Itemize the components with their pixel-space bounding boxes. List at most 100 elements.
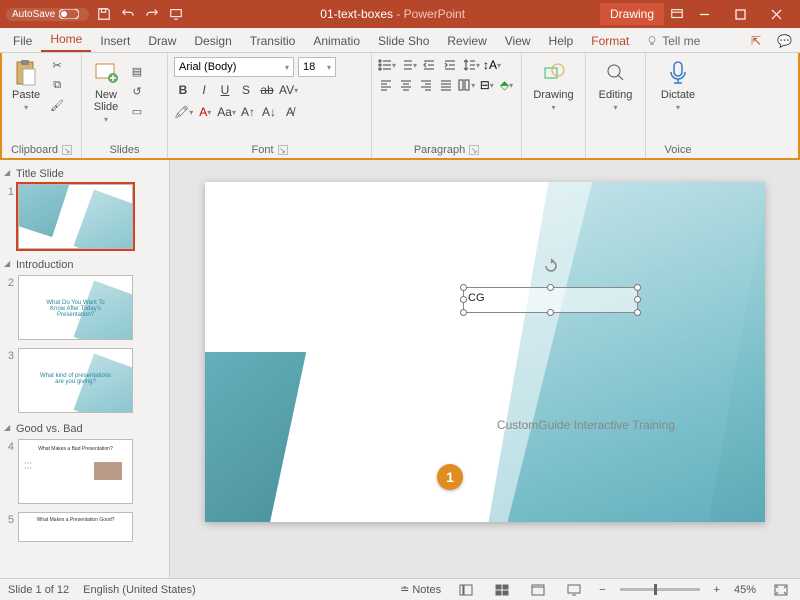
clipboard-dialog-launcher[interactable]: ↘: [62, 145, 72, 155]
slide-sorter-icon[interactable]: [491, 582, 513, 598]
tab-insert[interactable]: Insert: [91, 30, 139, 52]
slide-thumb-4[interactable]: What Makes a Bad Presentation?• • •• • •: [18, 439, 133, 504]
slide-subtitle: CustomGuide Interactive Training: [497, 418, 675, 432]
slide-counter[interactable]: Slide 1 of 12: [8, 584, 69, 596]
numbering-button[interactable]: ▾: [399, 57, 417, 73]
font-size-combo[interactable]: 18▾: [298, 57, 336, 77]
decrease-font-button[interactable]: A↓: [260, 103, 278, 121]
bullets-button[interactable]: ▾: [378, 57, 396, 73]
highlight-button[interactable]: 🖍▾: [174, 103, 193, 121]
bold-button[interactable]: B: [174, 81, 192, 99]
redo-icon[interactable]: [143, 5, 161, 23]
resize-handle[interactable]: [460, 296, 467, 303]
section-good-vs-bad[interactable]: Good vs. Bad: [4, 421, 165, 439]
tab-format[interactable]: Format: [582, 30, 638, 52]
align-text-button[interactable]: ⊟▾: [478, 77, 495, 93]
share-icon[interactable]: ⇱: [743, 30, 769, 52]
zoom-slider[interactable]: [620, 588, 700, 591]
zoom-level[interactable]: 45%: [734, 584, 756, 596]
slideshow-view-icon[interactable]: [563, 582, 585, 598]
slide-thumb-5[interactable]: What Makes a Presentation Good?: [18, 512, 133, 542]
change-case-button[interactable]: Aa▾: [217, 103, 236, 121]
tab-file[interactable]: File: [4, 30, 41, 52]
tell-me-search[interactable]: Tell me: [638, 30, 708, 52]
strikethrough-button[interactable]: ab: [258, 81, 276, 99]
save-icon[interactable]: [95, 5, 113, 23]
dictate-label: Dictate: [661, 89, 695, 101]
character-spacing-button[interactable]: AV▾: [279, 81, 298, 99]
tab-draw[interactable]: Draw: [139, 30, 185, 52]
tab-help[interactable]: Help: [540, 30, 583, 52]
comments-icon[interactable]: 💬: [769, 30, 800, 52]
resize-handle[interactable]: [634, 284, 641, 291]
smartart-button[interactable]: ⬘▾: [498, 77, 515, 93]
line-spacing-button[interactable]: ▾: [462, 57, 480, 73]
editing-button[interactable]: Editing▾: [592, 57, 639, 114]
align-center-button[interactable]: [398, 77, 415, 93]
layout-icon[interactable]: ▤: [128, 64, 146, 80]
slide-thumb-2[interactable]: What Do You Want To Know After Today's P…: [18, 275, 133, 340]
cut-icon[interactable]: ✂: [48, 58, 66, 74]
tab-transitions[interactable]: Transitio: [241, 30, 305, 52]
reset-icon[interactable]: ↺: [128, 84, 146, 100]
slide-canvas[interactable]: CustomGuide Interactive Training CG 1: [205, 182, 765, 522]
justify-button[interactable]: [437, 77, 454, 93]
font-dialog-launcher[interactable]: ↘: [278, 145, 288, 155]
tab-home[interactable]: Home: [41, 28, 91, 52]
text-box-content[interactable]: CG: [468, 292, 485, 304]
slide-thumb-3[interactable]: What kind of presentations are you givin…: [18, 348, 133, 413]
rotate-handle-icon[interactable]: [543, 258, 559, 274]
copy-icon[interactable]: ⧉: [48, 78, 66, 94]
reading-view-icon[interactable]: [527, 582, 549, 598]
indent-increase-button[interactable]: [441, 57, 459, 73]
increase-font-button[interactable]: A↑: [239, 103, 257, 121]
columns-button[interactable]: ▾: [457, 77, 475, 93]
font-name-combo[interactable]: Arial (Body)▾: [174, 57, 294, 77]
dictate-button[interactable]: Dictate▾: [652, 57, 704, 114]
underline-button[interactable]: U: [216, 81, 234, 99]
zoom-in-button[interactable]: +: [714, 584, 720, 596]
undo-icon[interactable]: [119, 5, 137, 23]
selected-text-box[interactable]: CG: [463, 287, 638, 313]
ribbon-display-icon[interactable]: [668, 5, 686, 23]
fit-to-window-icon[interactable]: [770, 582, 792, 598]
paragraph-dialog-launcher[interactable]: ↘: [469, 145, 479, 155]
section-icon[interactable]: ▭: [128, 104, 146, 120]
tab-slideshow[interactable]: Slide Sho: [369, 30, 438, 52]
maximize-button[interactable]: [722, 0, 758, 28]
normal-view-icon[interactable]: [455, 582, 477, 598]
text-direction-button[interactable]: ↕A▾: [483, 57, 501, 73]
drawing-button[interactable]: Drawing▾: [528, 57, 579, 114]
start-from-beginning-icon[interactable]: [167, 5, 185, 23]
clear-formatting-button[interactable]: A̸: [281, 103, 299, 121]
minimize-button[interactable]: [686, 0, 722, 28]
autosave-toggle[interactable]: AutoSave: [6, 8, 89, 21]
align-left-button[interactable]: [378, 77, 395, 93]
align-right-button[interactable]: [418, 77, 435, 93]
resize-handle[interactable]: [634, 296, 641, 303]
tab-view[interactable]: View: [496, 30, 540, 52]
resize-handle[interactable]: [547, 309, 554, 316]
resize-handle[interactable]: [460, 309, 467, 316]
resize-handle[interactable]: [547, 284, 554, 291]
section-introduction[interactable]: Introduction: [4, 257, 165, 275]
tab-design[interactable]: Design: [185, 30, 240, 52]
tab-review[interactable]: Review: [438, 30, 495, 52]
new-slide-button[interactable]: New Slide ▾: [88, 57, 124, 126]
resize-handle[interactable]: [460, 284, 467, 291]
tab-animations[interactable]: Animatio: [304, 30, 369, 52]
shadow-button[interactable]: S: [237, 81, 255, 99]
font-color-button[interactable]: A▾: [196, 103, 214, 121]
slide-thumb-1[interactable]: [18, 184, 133, 249]
format-painter-icon[interactable]: 🖌: [48, 98, 66, 114]
slide-editor[interactable]: 2 CustomGuide Interactive Training CG 1: [170, 160, 800, 578]
indent-decrease-button[interactable]: [420, 57, 438, 73]
zoom-out-button[interactable]: −: [599, 584, 605, 596]
resize-handle[interactable]: [634, 309, 641, 316]
language-indicator[interactable]: English (United States): [83, 584, 196, 596]
paste-button[interactable]: Paste ▾: [8, 57, 44, 114]
close-button[interactable]: [758, 0, 794, 28]
notes-button[interactable]: ≐ Notes: [400, 583, 441, 596]
italic-button[interactable]: I: [195, 81, 213, 99]
section-title-slide[interactable]: Title Slide: [4, 166, 165, 184]
